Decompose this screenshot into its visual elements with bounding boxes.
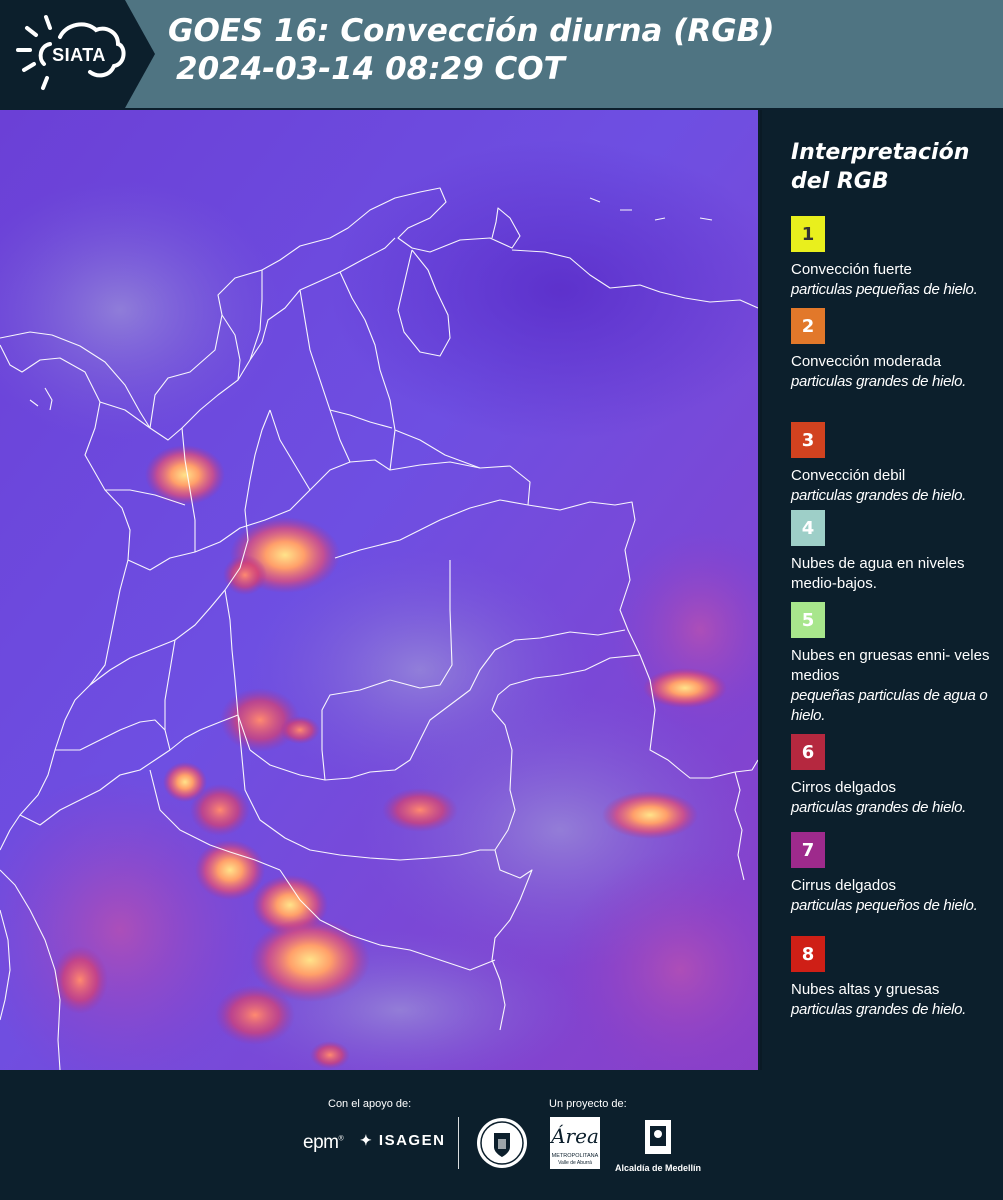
- legend-item-label: Cirros delgados: [791, 779, 897, 796]
- title-line-1: GOES 16: Convección diurna (RGB): [168, 13, 775, 49]
- legend-item-8: 8 Nubes altas y gruesas particulas grandes…: [791, 936, 997, 1020]
- alcaldia-logo: Alcaldía de Medellín: [612, 1118, 704, 1173]
- legend-panel: Interpretación del RGB 1 Convección fuert…: [760, 110, 1003, 1070]
- legend-item-description: particulas grandes de hielo.: [791, 1001, 967, 1018]
- medellin-seal-icon: [476, 1117, 528, 1174]
- page-title: GOES 16: Convección diurna (RGB) 2024-03…: [168, 12, 775, 88]
- legend-item-label: Convección moderada: [791, 353, 942, 370]
- legend-item-label: Convección fuerte: [791, 261, 912, 278]
- area-logo-text: Área: [550, 1124, 599, 1148]
- legend-item-description: pequeñas particulas de agua o hielo.: [791, 687, 988, 724]
- legend-color-swatch: 5: [791, 602, 825, 638]
- legend-item-2: 2 Convección moderada particulas grandes d…: [791, 308, 997, 392]
- support-label: Con el apoyo de:: [328, 1098, 412, 1110]
- area-metropolitana-logo: Área METROPOLITANA Valle de Aburrá: [549, 1117, 600, 1169]
- legend-item-description: particulas pequeñas de hielo.: [791, 281, 978, 298]
- header-bar: SIATA GOES 16: Convección diurna (RGB) 2…: [0, 0, 1003, 108]
- legend-color-swatch: 2: [791, 308, 825, 344]
- area-logo-sub: METROPOLITANA: [552, 1153, 599, 1159]
- legend-item-label: Nubes de agua en niveles medio-bajos.: [791, 555, 965, 592]
- project-label: Un proyecto de:: [549, 1098, 627, 1110]
- legend-item-description: particulas grandes de hielo.: [791, 487, 967, 504]
- legend-item-label: Cirrus delgados: [791, 877, 897, 894]
- legend-item-label: Convección debil: [791, 467, 906, 484]
- footer: Con el apoyo de: Un proyecto de: epm® ✦ …: [0, 1070, 1003, 1200]
- legend-item-label: Nubes en gruesas enni- veles medios: [791, 647, 990, 684]
- legend-item-description: particulas grandes de hielo.: [791, 799, 967, 816]
- isagen-logo-text: ISAGEN: [378, 1132, 446, 1149]
- legend-item-7: 7 Cirrus delgados particulas pequeños de h…: [791, 832, 997, 916]
- siata-logo: SIATA: [0, 0, 155, 108]
- legend-item-4: 4 Nubes de agua en niveles medio-bajos.: [791, 510, 997, 594]
- legend-item-description: particulas pequeños de hielo.: [791, 897, 978, 914]
- satellite-map-image: [0, 110, 758, 1070]
- legend-color-swatch: 3: [791, 422, 825, 458]
- alcaldia-crest-icon: [645, 1120, 671, 1154]
- legend-item-6: 6 Cirros delgados particulas grandes de hi…: [791, 734, 997, 818]
- legend-color-swatch: 1: [791, 216, 825, 252]
- epm-logo-text: epm: [303, 1132, 339, 1153]
- legend-item-3: 3 Convección debil particulas grandes de h…: [791, 422, 997, 506]
- title-line-2: 2024-03-14 08:29 COT: [176, 51, 565, 87]
- area-logo-sub2: Valle de Aburrá: [558, 1160, 592, 1166]
- legend-color-swatch: 8: [791, 936, 825, 972]
- epm-logo: epm®: [303, 1132, 344, 1153]
- satellite-map[interactable]: [0, 110, 758, 1070]
- legend-item-5: 5 Nubes en gruesas enni- veles medios pequ…: [791, 602, 997, 726]
- legend-item-1: 1 Convección fuerte particulas pequeñas de…: [791, 216, 997, 300]
- legend-color-swatch: 7: [791, 832, 825, 868]
- legend-title: Interpretación del RGB: [791, 140, 970, 194]
- alcaldia-text: Alcaldía de Medellín: [614, 1163, 702, 1173]
- legend-color-swatch: 6: [791, 734, 825, 770]
- legend-color-swatch: 4: [791, 510, 825, 546]
- legend-item-description: particulas grandes de hielo.: [791, 373, 967, 390]
- isagen-logo: ✦ ISAGEN: [360, 1132, 446, 1149]
- siata-logo-text: SIATA: [52, 45, 106, 65]
- footer-divider: [458, 1117, 459, 1169]
- legend-item-label: Nubes altas y gruesas: [791, 981, 940, 998]
